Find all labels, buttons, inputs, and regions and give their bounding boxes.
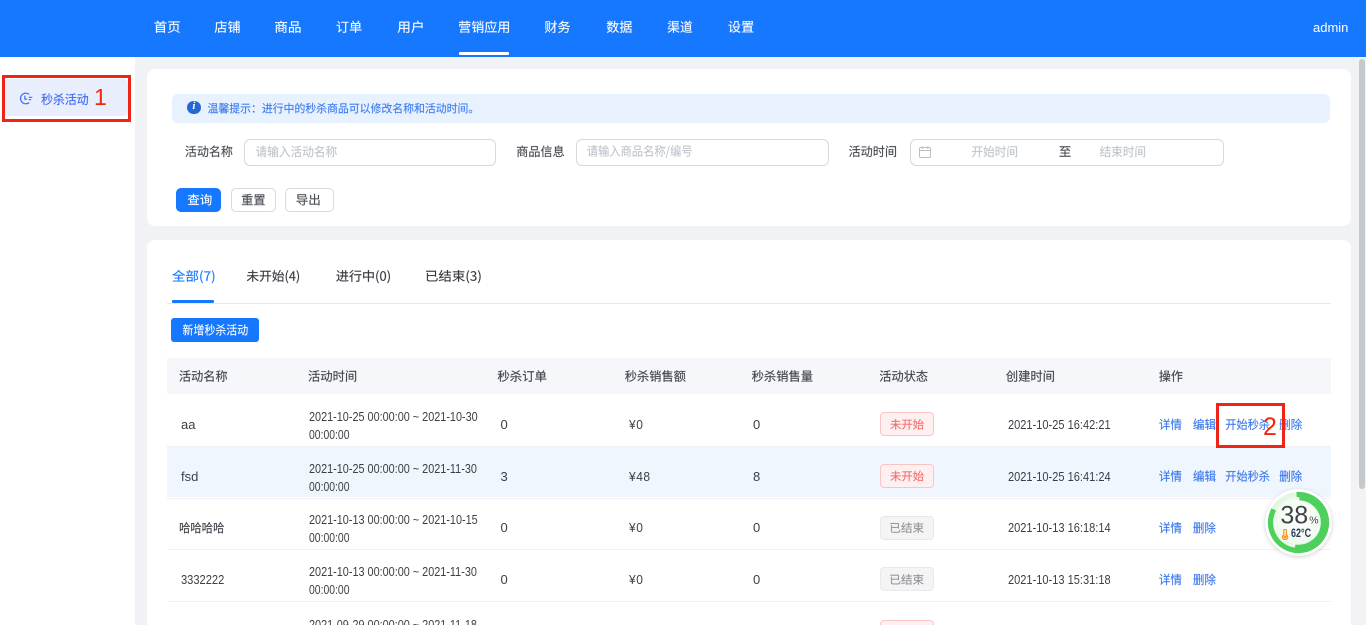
svg-text:%: % [1309, 514, 1318, 526]
svg-text:38: 38 [1280, 501, 1308, 529]
